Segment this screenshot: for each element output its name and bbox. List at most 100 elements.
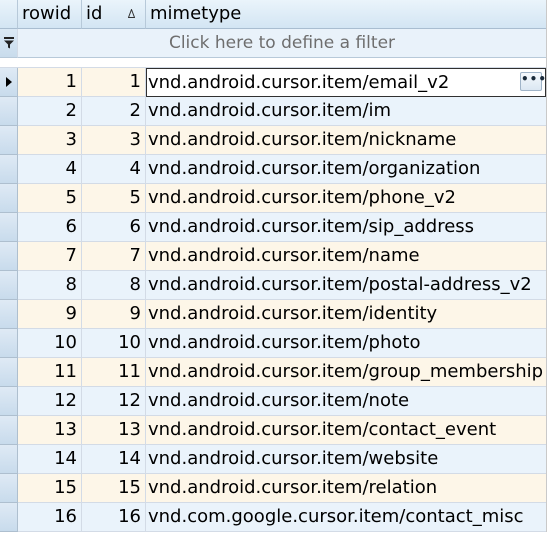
cell-mimetype[interactable]: vnd.android.cursor.item/nickname xyxy=(146,126,546,155)
row-indicator[interactable] xyxy=(0,155,18,184)
cell-id[interactable]: 12 xyxy=(82,387,146,416)
row-indicator[interactable] xyxy=(0,271,18,300)
cell-mimetype-text: vnd.android.cursor.item/relation xyxy=(148,477,438,498)
table-row[interactable]: 8 8 vnd.android.cursor.item/postal-address… xyxy=(0,271,546,300)
table-row[interactable]: 9 9 vnd.android.cursor.item/identity xyxy=(0,300,546,329)
column-header-rowid[interactable]: rowid xyxy=(18,0,82,29)
cell-rowid[interactable]: 12 xyxy=(18,387,82,416)
filter-row[interactable]: Click here to define a filter xyxy=(0,29,546,58)
cell-id[interactable]: 4 xyxy=(82,155,146,184)
table-row[interactable]: 15 15 vnd.android.cursor.item/relation xyxy=(0,474,546,503)
cell-rowid[interactable]: 2 xyxy=(18,97,82,126)
cell-mimetype[interactable]: vnd.android.cursor.item/im xyxy=(146,97,546,126)
cell-mimetype[interactable]: vnd.android.cursor.item/note xyxy=(146,387,546,416)
cell-rowid[interactable]: 8 xyxy=(18,271,82,300)
table-row[interactable]: 3 3 vnd.android.cursor.item/nickname xyxy=(0,126,546,155)
cell-mimetype[interactable]: vnd.android.cursor.item/contact_event xyxy=(146,416,546,445)
cell-id[interactable]: 6 xyxy=(82,213,146,242)
cell-rowid[interactable]: 3 xyxy=(18,126,82,155)
row-indicator[interactable] xyxy=(0,213,18,242)
row-indicator[interactable] xyxy=(0,97,18,126)
table-row[interactable]: 13 13 vnd.android.cursor.item/contact_even… xyxy=(0,416,546,445)
cell-mimetype[interactable]: vnd.android.cursor.item/relation xyxy=(146,474,546,503)
cell-mimetype-text: vnd.android.cursor.item/name xyxy=(148,245,420,266)
ellipsis-button[interactable]: ••• xyxy=(520,72,545,91)
row-indicator[interactable] xyxy=(0,300,18,329)
table-row[interactable]: 7 7 vnd.android.cursor.item/name xyxy=(0,242,546,271)
cell-mimetype-text: vnd.android.cursor.item/sip_address xyxy=(148,216,475,237)
filter-separator xyxy=(0,58,546,68)
table-row[interactable]: 5 5 vnd.android.cursor.item/phone_v2 xyxy=(0,184,546,213)
cell-mimetype[interactable]: vnd.android.cursor.item/name xyxy=(146,242,546,271)
cell-rowid[interactable]: 6 xyxy=(18,213,82,242)
cell-rowid[interactable]: 15 xyxy=(18,474,82,503)
cell-id[interactable]: 3 xyxy=(82,126,146,155)
cell-id[interactable]: 8 xyxy=(82,271,146,300)
cell-id[interactable]: 15 xyxy=(82,474,146,503)
table-row[interactable]: 2 2 vnd.android.cursor.item/im xyxy=(0,97,546,126)
cell-id[interactable]: 1 xyxy=(82,68,146,97)
cell-rowid[interactable]: 16 xyxy=(18,503,82,532)
table-row[interactable]: 1 1 vnd.android.cursor.item/email_v2 ••• xyxy=(0,68,546,97)
cell-id[interactable]: 7 xyxy=(82,242,146,271)
cell-mimetype[interactable]: vnd.android.cursor.item/email_v2 ••• xyxy=(146,68,546,97)
row-indicator[interactable] xyxy=(0,126,18,155)
table-row[interactable]: 16 16 vnd.com.google.cursor.item/contact_m… xyxy=(0,503,546,532)
row-indicator[interactable] xyxy=(0,358,18,387)
row-indicator[interactable] xyxy=(0,242,18,271)
cell-rowid[interactable]: 9 xyxy=(18,300,82,329)
cell-id[interactable]: 2 xyxy=(82,97,146,126)
row-indicator[interactable] xyxy=(0,68,18,97)
cell-id[interactable]: 9 xyxy=(82,300,146,329)
column-header-label: id xyxy=(86,3,103,24)
column-header-mimetype[interactable]: mimetype xyxy=(146,0,546,29)
row-indicator[interactable] xyxy=(0,184,18,213)
cell-mimetype[interactable]: vnd.com.google.cursor.item/contact_misc xyxy=(146,503,546,532)
cell-mimetype-text: vnd.android.cursor.item/email_v2 xyxy=(148,72,450,93)
cell-rowid[interactable]: 4 xyxy=(18,155,82,184)
grid-header-row: rowid id mimetype xyxy=(0,0,546,29)
table-row[interactable]: 10 10 vnd.android.cursor.item/photo xyxy=(0,329,546,358)
row-indicator[interactable] xyxy=(0,416,18,445)
cell-mimetype[interactable]: vnd.android.cursor.item/phone_v2 xyxy=(146,184,546,213)
cell-mimetype-text: vnd.android.cursor.item/im xyxy=(148,100,392,121)
cell-rowid[interactable]: 1 xyxy=(18,68,82,97)
cell-mimetype[interactable]: vnd.android.cursor.item/organization xyxy=(146,155,546,184)
cell-mimetype-text: vnd.android.cursor.item/organization xyxy=(148,158,481,179)
cell-id[interactable]: 13 xyxy=(82,416,146,445)
filter-placeholder[interactable]: Click here to define a filter xyxy=(18,29,546,58)
cell-mimetype[interactable]: vnd.android.cursor.item/identity xyxy=(146,300,546,329)
row-indicator[interactable] xyxy=(0,387,18,416)
filter-icon-cell[interactable] xyxy=(0,29,18,58)
cell-mimetype-text: vnd.com.google.cursor.item/contact_misc xyxy=(148,506,524,527)
table-row[interactable]: 11 11 vnd.android.cursor.item/group_member… xyxy=(0,358,546,387)
cell-rowid[interactable]: 14 xyxy=(18,445,82,474)
cell-id[interactable]: 5 xyxy=(82,184,146,213)
row-indicator[interactable] xyxy=(0,503,18,532)
cell-mimetype[interactable]: vnd.android.cursor.item/group_membership xyxy=(146,358,546,387)
table-row[interactable]: 12 12 vnd.android.cursor.item/note xyxy=(0,387,546,416)
row-indicator[interactable] xyxy=(0,329,18,358)
row-indicator[interactable] xyxy=(0,474,18,503)
cell-mimetype[interactable]: vnd.android.cursor.item/website xyxy=(146,445,546,474)
cell-rowid[interactable]: 10 xyxy=(18,329,82,358)
current-row-arrow-icon xyxy=(6,77,12,87)
table-row[interactable]: 6 6 vnd.android.cursor.item/sip_address xyxy=(0,213,546,242)
cell-mimetype[interactable]: vnd.android.cursor.item/postal-address_v… xyxy=(146,271,546,300)
header-corner[interactable] xyxy=(0,0,18,29)
cell-id[interactable]: 11 xyxy=(82,358,146,387)
cell-rowid[interactable]: 5 xyxy=(18,184,82,213)
table-row[interactable]: 14 14 vnd.android.cursor.item/website xyxy=(0,445,546,474)
cell-rowid[interactable]: 13 xyxy=(18,416,82,445)
cell-id[interactable]: 10 xyxy=(82,329,146,358)
row-indicator[interactable] xyxy=(0,445,18,474)
table-row[interactable]: 4 4 vnd.android.cursor.item/organization xyxy=(0,155,546,184)
cell-id[interactable]: 14 xyxy=(82,445,146,474)
cell-mimetype[interactable]: vnd.android.cursor.item/sip_address xyxy=(146,213,546,242)
cell-mimetype-text: vnd.android.cursor.item/group_membership xyxy=(148,361,544,382)
cell-id[interactable]: 16 xyxy=(82,503,146,532)
cell-rowid[interactable]: 7 xyxy=(18,242,82,271)
cell-mimetype[interactable]: vnd.android.cursor.item/photo xyxy=(146,329,546,358)
cell-rowid[interactable]: 11 xyxy=(18,358,82,387)
column-header-id[interactable]: id xyxy=(82,0,146,29)
